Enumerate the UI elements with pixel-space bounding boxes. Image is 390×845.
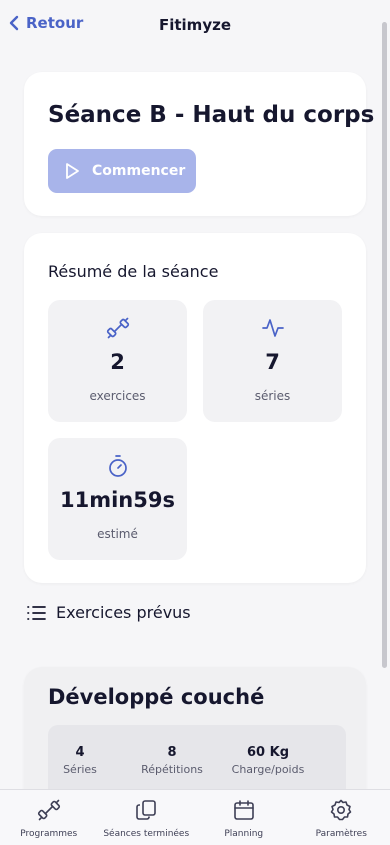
estimated-time-value: 11min59s: [48, 488, 187, 512]
tab-completed-sessions[interactable]: Séances terminées: [98, 790, 196, 845]
sets-count-label: séries: [203, 389, 342, 403]
chevron-left-icon: [8, 15, 20, 31]
estimated-time-tile: 11min59s estimé: [48, 438, 187, 560]
top-bar: Retour Fitimyze: [0, 0, 390, 50]
stat-value: 60 Kg: [218, 745, 318, 760]
play-icon: [62, 161, 82, 181]
dumbbell-icon: [37, 798, 61, 822]
exercise-stat-reps: 8 Répétitions: [122, 745, 222, 776]
copy-icon: [134, 798, 158, 822]
tab-programmes[interactable]: Programmes: [0, 790, 98, 845]
scrollbar[interactable]: [382, 22, 387, 668]
exercises-count-label: exercices: [48, 389, 187, 403]
tab-label: Séances terminées: [103, 829, 189, 839]
sets-count-value: 7: [203, 350, 342, 374]
exercise-stat-sets: 4 Séries: [30, 745, 130, 776]
exercises-count-tile: 2 exercices: [48, 300, 187, 422]
calendar-icon: [232, 798, 256, 822]
tab-settings[interactable]: Paramètres: [293, 790, 390, 845]
back-button[interactable]: Retour: [8, 14, 83, 32]
exercise-name: Développé couché: [48, 685, 264, 709]
stat-label: Répétitions: [122, 763, 222, 776]
summary-title: Résumé de la séance: [48, 262, 218, 281]
summary-card: Résumé de la séance 2 exercices 7 séries: [24, 233, 366, 583]
stat-value: 8: [122, 745, 222, 760]
stat-label: Séries: [30, 763, 130, 776]
exercise-stat-weight: 60 Kg Charge/poids: [218, 745, 318, 776]
tab-label: Programmes: [20, 829, 77, 839]
session-title: Séance B - Haut du corps: [48, 102, 374, 128]
list-icon: [26, 604, 46, 622]
planned-exercises-heading: Exercices prévus: [26, 603, 191, 622]
start-button-label: Commencer: [92, 163, 185, 179]
tab-label: Planning: [224, 829, 263, 839]
session-card: Séance B - Haut du corps Commencer: [24, 72, 366, 216]
back-label: Retour: [26, 14, 83, 32]
planned-exercises-label: Exercices prévus: [56, 603, 191, 622]
tab-label: Paramètres: [316, 829, 367, 839]
stat-value: 4: [30, 745, 130, 760]
app-title: Fitimyze: [159, 16, 231, 34]
tab-planning[interactable]: Planning: [195, 790, 293, 845]
exercises-count-value: 2: [48, 350, 187, 374]
timer-icon: [106, 454, 130, 478]
stat-label: Charge/poids: [218, 763, 318, 776]
activity-icon: [261, 316, 285, 340]
start-button[interactable]: Commencer: [48, 149, 196, 193]
settings-icon: [329, 798, 353, 822]
estimated-time-label: estimé: [48, 527, 187, 541]
bottom-tab-bar: Programmes Séances terminées Planning Pa…: [0, 789, 390, 845]
sets-count-tile: 7 séries: [203, 300, 342, 422]
dumbbell-icon: [106, 316, 130, 340]
